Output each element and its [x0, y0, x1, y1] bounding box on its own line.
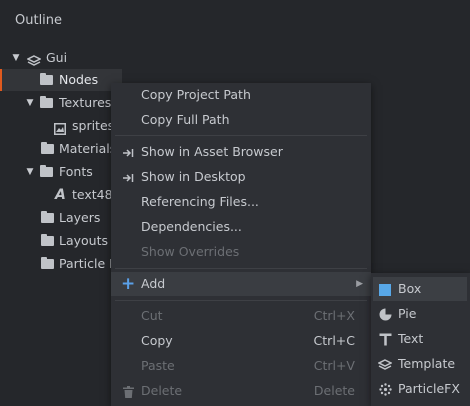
- submenu-item-template[interactable]: Template: [373, 352, 467, 376]
- tree-item-gui[interactable]: ▼ Gui: [0, 47, 120, 69]
- menu-separator: [115, 135, 367, 136]
- submenu-item-pie[interactable]: Pie: [373, 302, 467, 326]
- menu-item-label: Copy: [141, 333, 173, 348]
- tree-item-label: Textures: [59, 95, 112, 110]
- menu-item-show-in-desktop[interactable]: Show in Desktop: [111, 165, 371, 189]
- tree-item-label: sprites: [72, 118, 115, 133]
- menu-item-shortcut: Delete: [313, 383, 355, 398]
- tree-item-label: Layouts: [59, 233, 109, 248]
- menu-item-label: Show Overrides: [141, 244, 240, 259]
- submenu-item-box[interactable]: Box: [373, 277, 467, 301]
- tree-item-label: Layers: [59, 210, 101, 225]
- tree-item-sprites[interactable]: sprites: [0, 115, 120, 137]
- menu-item-label: Show in Asset Browser: [141, 144, 283, 159]
- menu-item-copy-project-path[interactable]: Copy Project Path: [111, 83, 371, 107]
- trash-icon: [121, 379, 135, 403]
- gui-icon: [26, 52, 42, 66]
- menu-item-add[interactable]: + Add ▶: [111, 272, 371, 296]
- submenu-item-label: Template: [398, 356, 456, 371]
- add-submenu: Box Pie Text Template ParticleFX: [371, 273, 470, 406]
- image-icon: [54, 120, 68, 135]
- menu-separator: [115, 300, 367, 301]
- menu-item-delete[interactable]: Delete Delete: [111, 379, 371, 403]
- menu-item-shortcut: Ctrl+V: [313, 358, 355, 373]
- folder-icon: [40, 96, 53, 108]
- tree-item-label: Particle F: [59, 256, 117, 271]
- folder-icon: [40, 73, 53, 85]
- submenu-item-label: Box: [398, 281, 422, 296]
- menu-item-show-in-asset-browser[interactable]: Show in Asset Browser: [111, 140, 371, 164]
- menu-item-label: Delete: [141, 383, 183, 398]
- tree-item-label: Nodes: [59, 72, 99, 87]
- particlefx-icon: [378, 377, 392, 401]
- menu-item-label: Cut: [141, 308, 163, 323]
- tree-item-label: Gui: [46, 50, 68, 65]
- menu-item-copy[interactable]: Copy Ctrl+C: [111, 329, 371, 353]
- tree-item-nodes[interactable]: Nodes: [0, 69, 122, 91]
- menu-item-shortcut: Ctrl+X: [313, 308, 355, 323]
- menu-item-copy-full-path[interactable]: Copy Full Path: [111, 108, 371, 132]
- menu-item-label: Copy Full Path: [141, 112, 230, 127]
- expand-arrow-icon[interactable]: ▼: [25, 92, 35, 114]
- submenu-item-particlefx[interactable]: ParticleFX: [373, 377, 467, 401]
- submenu-item-label: Text: [398, 331, 424, 346]
- text-icon: [378, 327, 392, 351]
- tree-item-layouts[interactable]: Layouts: [0, 230, 120, 252]
- expand-arrow-icon[interactable]: ▼: [11, 47, 21, 69]
- reveal-arrow-icon: [121, 140, 135, 164]
- menu-item-label: Show in Desktop: [141, 169, 246, 184]
- tree-item-fonts[interactable]: ▼ Fonts: [0, 161, 120, 183]
- tree-item-text48[interactable]: A text48: [0, 184, 120, 206]
- menu-separator: [115, 268, 367, 269]
- tree-item-label: Materials: [59, 141, 117, 156]
- menu-item-label: Add: [141, 276, 166, 291]
- submenu-arrow-icon: ▶: [356, 279, 363, 289]
- folder-icon: [41, 211, 54, 223]
- menu-item-paste[interactable]: Paste Ctrl+V: [111, 354, 371, 378]
- tree-item-particlefx[interactable]: Particle F: [0, 253, 120, 275]
- menu-item-cut[interactable]: Cut Ctrl+X: [111, 304, 371, 328]
- menu-item-dependencies[interactable]: Dependencies...: [111, 215, 371, 239]
- folder-icon: [41, 257, 54, 269]
- pie-icon: [378, 302, 392, 326]
- font-icon: A: [55, 187, 66, 203]
- folder-icon: [41, 234, 54, 246]
- tree-item-label: text48: [72, 187, 113, 202]
- menu-item-shortcut: Ctrl+C: [313, 333, 355, 348]
- menu-item-label: Referencing Files...: [141, 194, 259, 209]
- folder-icon: [41, 142, 54, 154]
- submenu-item-label: ParticleFX: [398, 381, 460, 396]
- menu-item-label: Paste: [141, 358, 175, 373]
- submenu-item-label: Pie: [398, 306, 417, 321]
- plus-icon: +: [121, 274, 136, 294]
- menu-item-referencing-files[interactable]: Referencing Files...: [111, 190, 371, 214]
- reveal-arrow-icon: [121, 165, 135, 189]
- box-icon: [378, 277, 392, 301]
- tree-item-textures[interactable]: ▼ Textures: [0, 92, 120, 114]
- tree-item-label: Fonts: [59, 164, 93, 179]
- context-menu: Copy Project Path Copy Full Path Show in…: [111, 83, 371, 406]
- template-icon: [377, 352, 393, 376]
- menu-item-label: Dependencies...: [141, 219, 242, 234]
- tree-item-materials[interactable]: Materials: [0, 138, 120, 160]
- menu-item-show-overrides[interactable]: Show Overrides: [111, 240, 371, 264]
- menu-item-label: Copy Project Path: [141, 87, 251, 102]
- panel-title: Outline: [15, 13, 63, 28]
- expand-arrow-icon[interactable]: ▼: [25, 161, 35, 183]
- submenu-item-text[interactable]: Text: [373, 327, 467, 351]
- folder-icon: [40, 165, 53, 177]
- tree-item-layers[interactable]: Layers: [0, 207, 120, 229]
